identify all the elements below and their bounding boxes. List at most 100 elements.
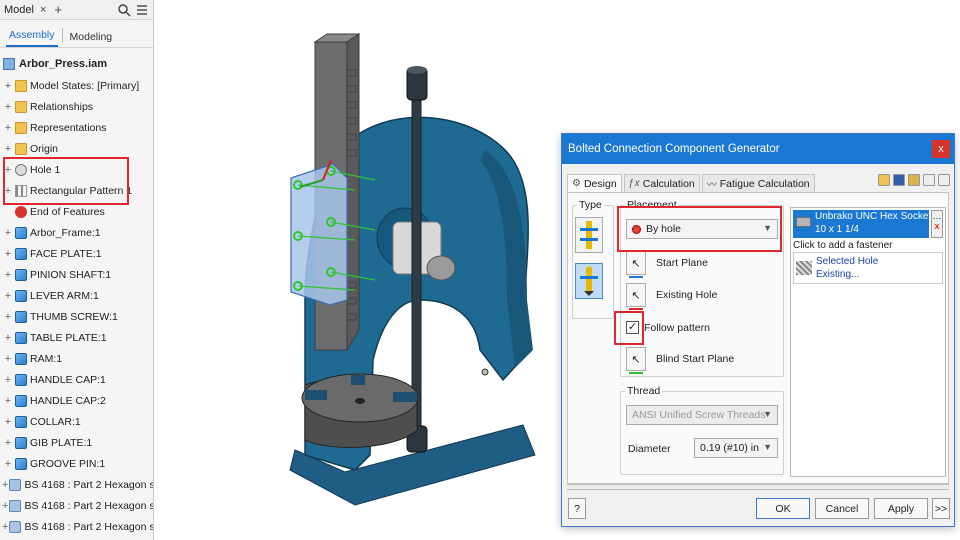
thread-dropdown[interactable]: ANSI Unified Screw Threads ▼	[626, 405, 778, 425]
dialog-titlebar[interactable]: Bolted Connection Component Generator x	[562, 134, 954, 164]
expand-icon[interactable]: +	[2, 122, 14, 134]
tree-item[interactable]: + LEVER ARM:1	[0, 285, 153, 306]
tab-design[interactable]: ⚙ Design	[567, 174, 622, 192]
tree-item[interactable]: + BS 4168 : Part 2 Hexagon socket s	[0, 474, 153, 495]
expand-icon[interactable]: +	[2, 479, 8, 491]
expand-icon[interactable]: +	[2, 248, 14, 260]
expand-icon[interactable]: +	[2, 143, 14, 155]
hole-selection-box: Selected Hole Existing...	[793, 252, 943, 284]
part-icon	[15, 457, 27, 470]
expand-collapse-strip[interactable]	[567, 484, 949, 490]
tab-calculation[interactable]: ƒ𝑥 Calculation	[623, 174, 700, 192]
table-center-hole	[355, 398, 365, 404]
save-icon[interactable]	[893, 174, 905, 186]
fatigue-icon: 〰	[706, 180, 717, 191]
ok-button[interactable]: OK	[756, 498, 810, 519]
tab-modeling[interactable]: Modeling	[67, 31, 116, 47]
arbor-press-model[interactable]	[155, 0, 565, 540]
start-plane-selector[interactable]: ↖ Start Plane	[626, 251, 776, 278]
menu-icon[interactable]	[135, 3, 149, 17]
lever-arm	[411, 94, 422, 436]
expand-icon[interactable]: +	[2, 269, 14, 281]
pinion-end	[426, 255, 456, 281]
table-slot-2	[393, 392, 417, 402]
end-of-features-icon	[15, 205, 27, 218]
expand-icon[interactable]: +	[2, 437, 14, 449]
expand-icon[interactable]: +	[2, 521, 8, 533]
calculation-toggle-icon[interactable]	[923, 174, 935, 186]
select-arrow-icon[interactable]: ↖	[626, 251, 646, 278]
existing-link[interactable]: Existing...	[816, 269, 859, 280]
close-icon[interactable]: ×	[40, 4, 46, 16]
tapped-bolt-icon	[580, 267, 598, 296]
tab-assembly[interactable]: Assembly	[6, 29, 58, 47]
expand-icon[interactable]: +	[2, 80, 14, 92]
expand-icon[interactable]: +	[2, 353, 14, 365]
inventor-window: Model × + Assembly Modeling Arbor_Press.…	[0, 0, 960, 540]
bolt-icon	[9, 499, 22, 512]
part-icon	[15, 289, 27, 302]
tree-item[interactable]: + Arbor_Frame:1	[0, 222, 153, 243]
cancel-button[interactable]: Cancel	[815, 498, 869, 519]
more-button[interactable]: >>	[932, 498, 950, 519]
tree-item-label: RAM:1	[30, 352, 63, 365]
blind-start-plane-selector[interactable]: ↖ Blind Start Plane	[626, 347, 776, 374]
tree-item[interactable]: + FACE PLATE:1	[0, 243, 153, 264]
open-folder-icon[interactable]	[878, 174, 890, 186]
calculation-icon: ƒ𝑥	[628, 178, 640, 189]
expand-icon[interactable]: +	[2, 101, 14, 113]
existing-hole-selector[interactable]: ↖ Existing Hole	[626, 283, 776, 310]
selected-hole-link[interactable]: Selected Hole	[816, 256, 878, 267]
expand-icon[interactable]: +	[2, 227, 14, 239]
tree-item[interactable]: + COLLAR:1	[0, 411, 153, 432]
expand-icon[interactable]: +	[2, 374, 14, 386]
diameter-dropdown[interactable]: 0.19 (#10) in ▼	[694, 438, 778, 458]
add-fastener-prompt[interactable]: Click to add a fastener	[793, 240, 893, 251]
tree-item[interactable]: + HANDLE CAP:2	[0, 390, 153, 411]
tree-item[interactable]: + TABLE PLATE:1	[0, 327, 153, 348]
tree-item[interactable]: + Model States: [Primary]	[0, 75, 153, 96]
bolt-icon	[9, 520, 22, 533]
folder-icon	[15, 142, 27, 155]
tree-item-label: Arbor_Frame:1	[30, 226, 101, 239]
tree-item[interactable]: + THUMB SCREW:1	[0, 306, 153, 327]
select-arrow-icon[interactable]: ↖	[626, 283, 646, 310]
tree-item[interactable]: + RAM:1	[0, 348, 153, 369]
settings-icon[interactable]	[908, 174, 920, 186]
dialog-close-button[interactable]: x	[932, 140, 950, 158]
fastener-item[interactable]: Unbrako UNC Hex Socket Cap... 10 x 1 1/4	[793, 210, 929, 238]
type-through-bolt-button[interactable]	[575, 217, 603, 253]
fastener-more-button[interactable]: … x	[931, 210, 943, 238]
apply-button[interactable]: Apply	[874, 498, 928, 519]
help-button[interactable]: ?	[568, 498, 586, 519]
tree-item[interactable]: + GROOVE PIN:1	[0, 453, 153, 474]
select-arrow-icon[interactable]: ↖	[626, 347, 646, 374]
type-label: Type	[579, 199, 602, 211]
tree-root[interactable]: Arbor_Press.iam	[0, 54, 153, 74]
add-browser-icon[interactable]: +	[54, 2, 62, 17]
expand-icon[interactable]: +	[2, 332, 14, 344]
search-icon[interactable]	[117, 3, 131, 17]
tree-item-label: HANDLE CAP:2	[30, 394, 106, 407]
expand-icon[interactable]: +	[2, 395, 14, 407]
tree-item-label: THUMB SCREW:1	[30, 310, 118, 323]
type-tapped-bolt-button[interactable]	[575, 263, 603, 299]
expand-icon[interactable]: +	[2, 290, 14, 302]
tree-item[interactable]: + Relationships	[0, 96, 153, 117]
tree-item[interactable]: + PINION SHAFT:1	[0, 264, 153, 285]
expand-icon[interactable]: +	[2, 311, 14, 323]
tree-item[interactable]: + Origin	[0, 138, 153, 159]
tree-item[interactable]: + HANDLE CAP:1	[0, 369, 153, 390]
tree-item[interactable]: + Representations	[0, 117, 153, 138]
tab-fatigue-calculation[interactable]: 〰 Fatigue Calculation	[701, 174, 815, 192]
expand-icon[interactable]: +	[2, 500, 8, 512]
expand-icon[interactable]: +	[2, 458, 14, 470]
tree-item[interactable]: + GIB PLATE:1	[0, 432, 153, 453]
graphics-viewport[interactable]	[155, 0, 565, 540]
diameter-label: Diameter	[628, 443, 671, 455]
expand-icon[interactable]: +	[2, 416, 14, 428]
tree-options-icon[interactable]	[938, 174, 950, 186]
tree-item-label: COLLAR:1	[30, 415, 81, 428]
tree-item[interactable]: + BS 4168 : Part 2 Hexagon socket s	[0, 495, 153, 516]
tree-item[interactable]: + BS 4168 : Part 2 Hexagon socket s	[0, 516, 153, 537]
